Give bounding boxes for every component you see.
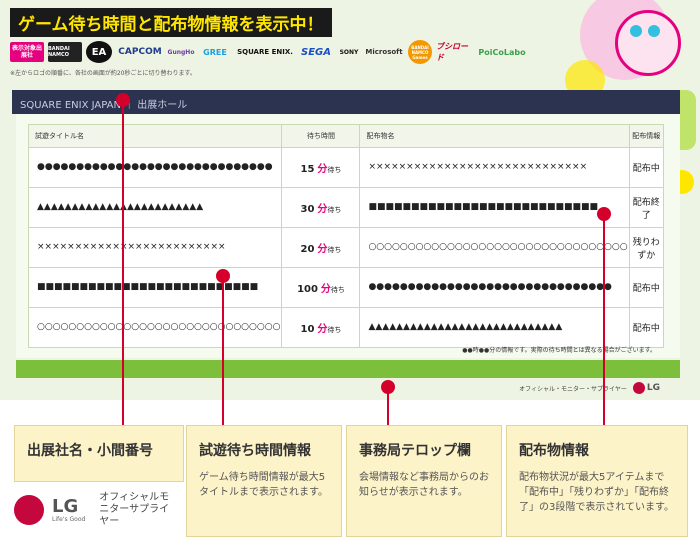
callout-wait-time: 試遊待ち時間情報 ゲーム待ち時間情報が最大5タイトルまで表示されます。 xyxy=(186,425,342,537)
exhibitor-name: SQUARE ENIX JAPAN ｜ 出展ホール xyxy=(20,100,188,111)
callout-heading: 試遊待ち時間情報 xyxy=(199,443,311,459)
pin-marker-ticker xyxy=(381,380,395,394)
exhibitor-logo: Microsoft xyxy=(365,48,403,56)
wait-time: 100 分待ち xyxy=(281,267,361,308)
exhibitor-logo: 表示対象出展社 xyxy=(10,42,44,62)
wait-time: 10 分待ち xyxy=(281,307,361,348)
col-header-wait: 待ち時間 xyxy=(281,124,361,148)
exhibitor-logo-strip: 表示対象出展社 BANDAI NAMCO EA CAPCOM GungHo GR… xyxy=(10,40,526,64)
leader-line xyxy=(603,214,605,428)
item-name: ●●●●●●●●●●●●●●●●●●●●●●●●●●●●●●● xyxy=(359,267,630,308)
callout-distribution: 配布物情報 配布物状況が最大5アイテムまで「配布中」「残りわずか」「配布終了」の… xyxy=(506,425,688,537)
banner-title: ゲーム待ち時間と配布物情報を表示中！ xyxy=(10,8,332,37)
exhibitor-logo: SQUARE ENIX. xyxy=(237,48,293,56)
pin-marker-exhibitor xyxy=(116,93,130,107)
distribution-status: 配布中 xyxy=(628,147,665,188)
distribution-status: 配布中 xyxy=(628,307,665,348)
item-name: ××××××××××××××××××××××××××××× xyxy=(359,147,630,188)
sponsor-credit: オフィシャル・モニター・サプライヤー LG xyxy=(519,382,660,394)
exhibitor-logo: BANDAI NAMCO Games xyxy=(408,40,432,64)
leader-line xyxy=(222,276,224,428)
distribution-status: 配布終了 xyxy=(628,187,665,228)
exhibitor-header-bar: SQUARE ENIX JAPAN ｜ 出展ホール xyxy=(12,90,680,114)
item-name: ▲▲▲▲▲▲▲▲▲▲▲▲▲▲▲▲▲▲▲▲▲▲▲▲▲▲▲▲ xyxy=(359,307,630,348)
exhibitor-logo: PoiCoLabo xyxy=(478,47,526,57)
update-time-note: ●●時●●分の情報です。実際の待ち時間とは異なる場合がございます。 xyxy=(462,347,656,354)
col-header-title: 試遊タイトル名 xyxy=(27,124,283,148)
distribution-status: 残りわずか xyxy=(628,227,665,268)
leader-line xyxy=(122,100,124,428)
pin-marker-wait-time xyxy=(216,269,230,283)
callout-description: 会場情報など事務局からのお知らせが表示されます。 xyxy=(359,472,489,498)
exhibitor-logo: SEGA xyxy=(301,46,331,58)
ticker-bar xyxy=(16,360,680,378)
exhibitor-logo: SONY xyxy=(339,48,359,56)
game-title: ○○○○○○○○○○○○○○○○○○○○○○○○○○○○○○○ xyxy=(27,307,283,348)
game-title: ■■■■■■■■■■■■■■■■■■■■■■■■■■ xyxy=(27,267,283,308)
game-title: ●●●●●●●●●●●●●●●●●●●●●●●●●●●●●● xyxy=(27,147,283,188)
pin-marker-distribution xyxy=(597,207,611,221)
col-header-item: 配布物名 xyxy=(359,124,630,148)
lg-caption: オフィシャルモニターサプライヤー xyxy=(99,492,170,527)
callout-heading: 事務局テロップ欄 xyxy=(359,443,471,459)
lg-footer-logo: LG Life's Good オフィシャルモニターサプライヤー xyxy=(14,492,169,528)
sponsor-caption: オフィシャル・モニター・サプライヤー xyxy=(519,385,627,393)
callout-heading: 配布物情報 xyxy=(519,443,589,459)
exhibitor-logo: CAPCOM xyxy=(118,47,162,57)
callout-description: 配布物状況が最大5アイテムまで「配布中」「残りわずか」「配布終了」の3段階で表示… xyxy=(519,472,675,513)
item-name: ■■■■■■■■■■■■■■■■■■■■■■■■■■■ xyxy=(359,187,630,228)
lg-wordmark: LG xyxy=(52,495,79,517)
wait-time: 30 分待ち xyxy=(281,187,361,228)
game-title: ××××××××××××××××××××××××× xyxy=(27,227,283,268)
exhibitor-logo: ブシロード xyxy=(436,42,468,62)
exhibitor-logo: EA xyxy=(86,41,112,63)
callout-heading: 出展社名・小間番号 xyxy=(27,443,153,459)
exhibitor-logo: GungHo xyxy=(167,48,195,56)
lg-tagline: Life's Good xyxy=(52,515,86,523)
item-name: ○○○○○○○○○○○○○○○○○○○○○○○○○○○○○○○○○ xyxy=(359,227,630,268)
screen-preview: ゲーム待ち時間と配布物情報を表示中！ 表示対象出展社 BANDAI NAMCO … xyxy=(0,0,700,400)
lg-logo: LG xyxy=(632,382,660,394)
callout-description: ゲーム待ち時間情報が最大5タイトルまで表示されます。 xyxy=(199,472,328,498)
wait-time: 20 分待ち xyxy=(281,227,361,268)
callout-exhibitor: 出展社名・小間番号 xyxy=(14,425,184,482)
game-title: ▲▲▲▲▲▲▲▲▲▲▲▲▲▲▲▲▲▲▲▲▲▲▲▲ xyxy=(27,187,283,228)
logo-rotation-note: ※左からロゴの順番に、各社の画面が約20秒ごとに切り替わります。 xyxy=(10,70,196,77)
exhibitor-logo: GREE xyxy=(203,47,227,57)
callout-ticker: 事務局テロップ欄 会場情報など事務局からのお知らせが表示されます。 xyxy=(346,425,502,537)
col-header-status: 配布情報 xyxy=(628,124,665,148)
wait-time: 15 分待ち xyxy=(281,147,361,188)
distribution-status: 配布中 xyxy=(628,267,665,308)
exhibitor-logo: BANDAI NAMCO xyxy=(48,42,82,62)
lg-mark-icon xyxy=(632,382,645,394)
lg-mark-icon xyxy=(14,495,44,525)
